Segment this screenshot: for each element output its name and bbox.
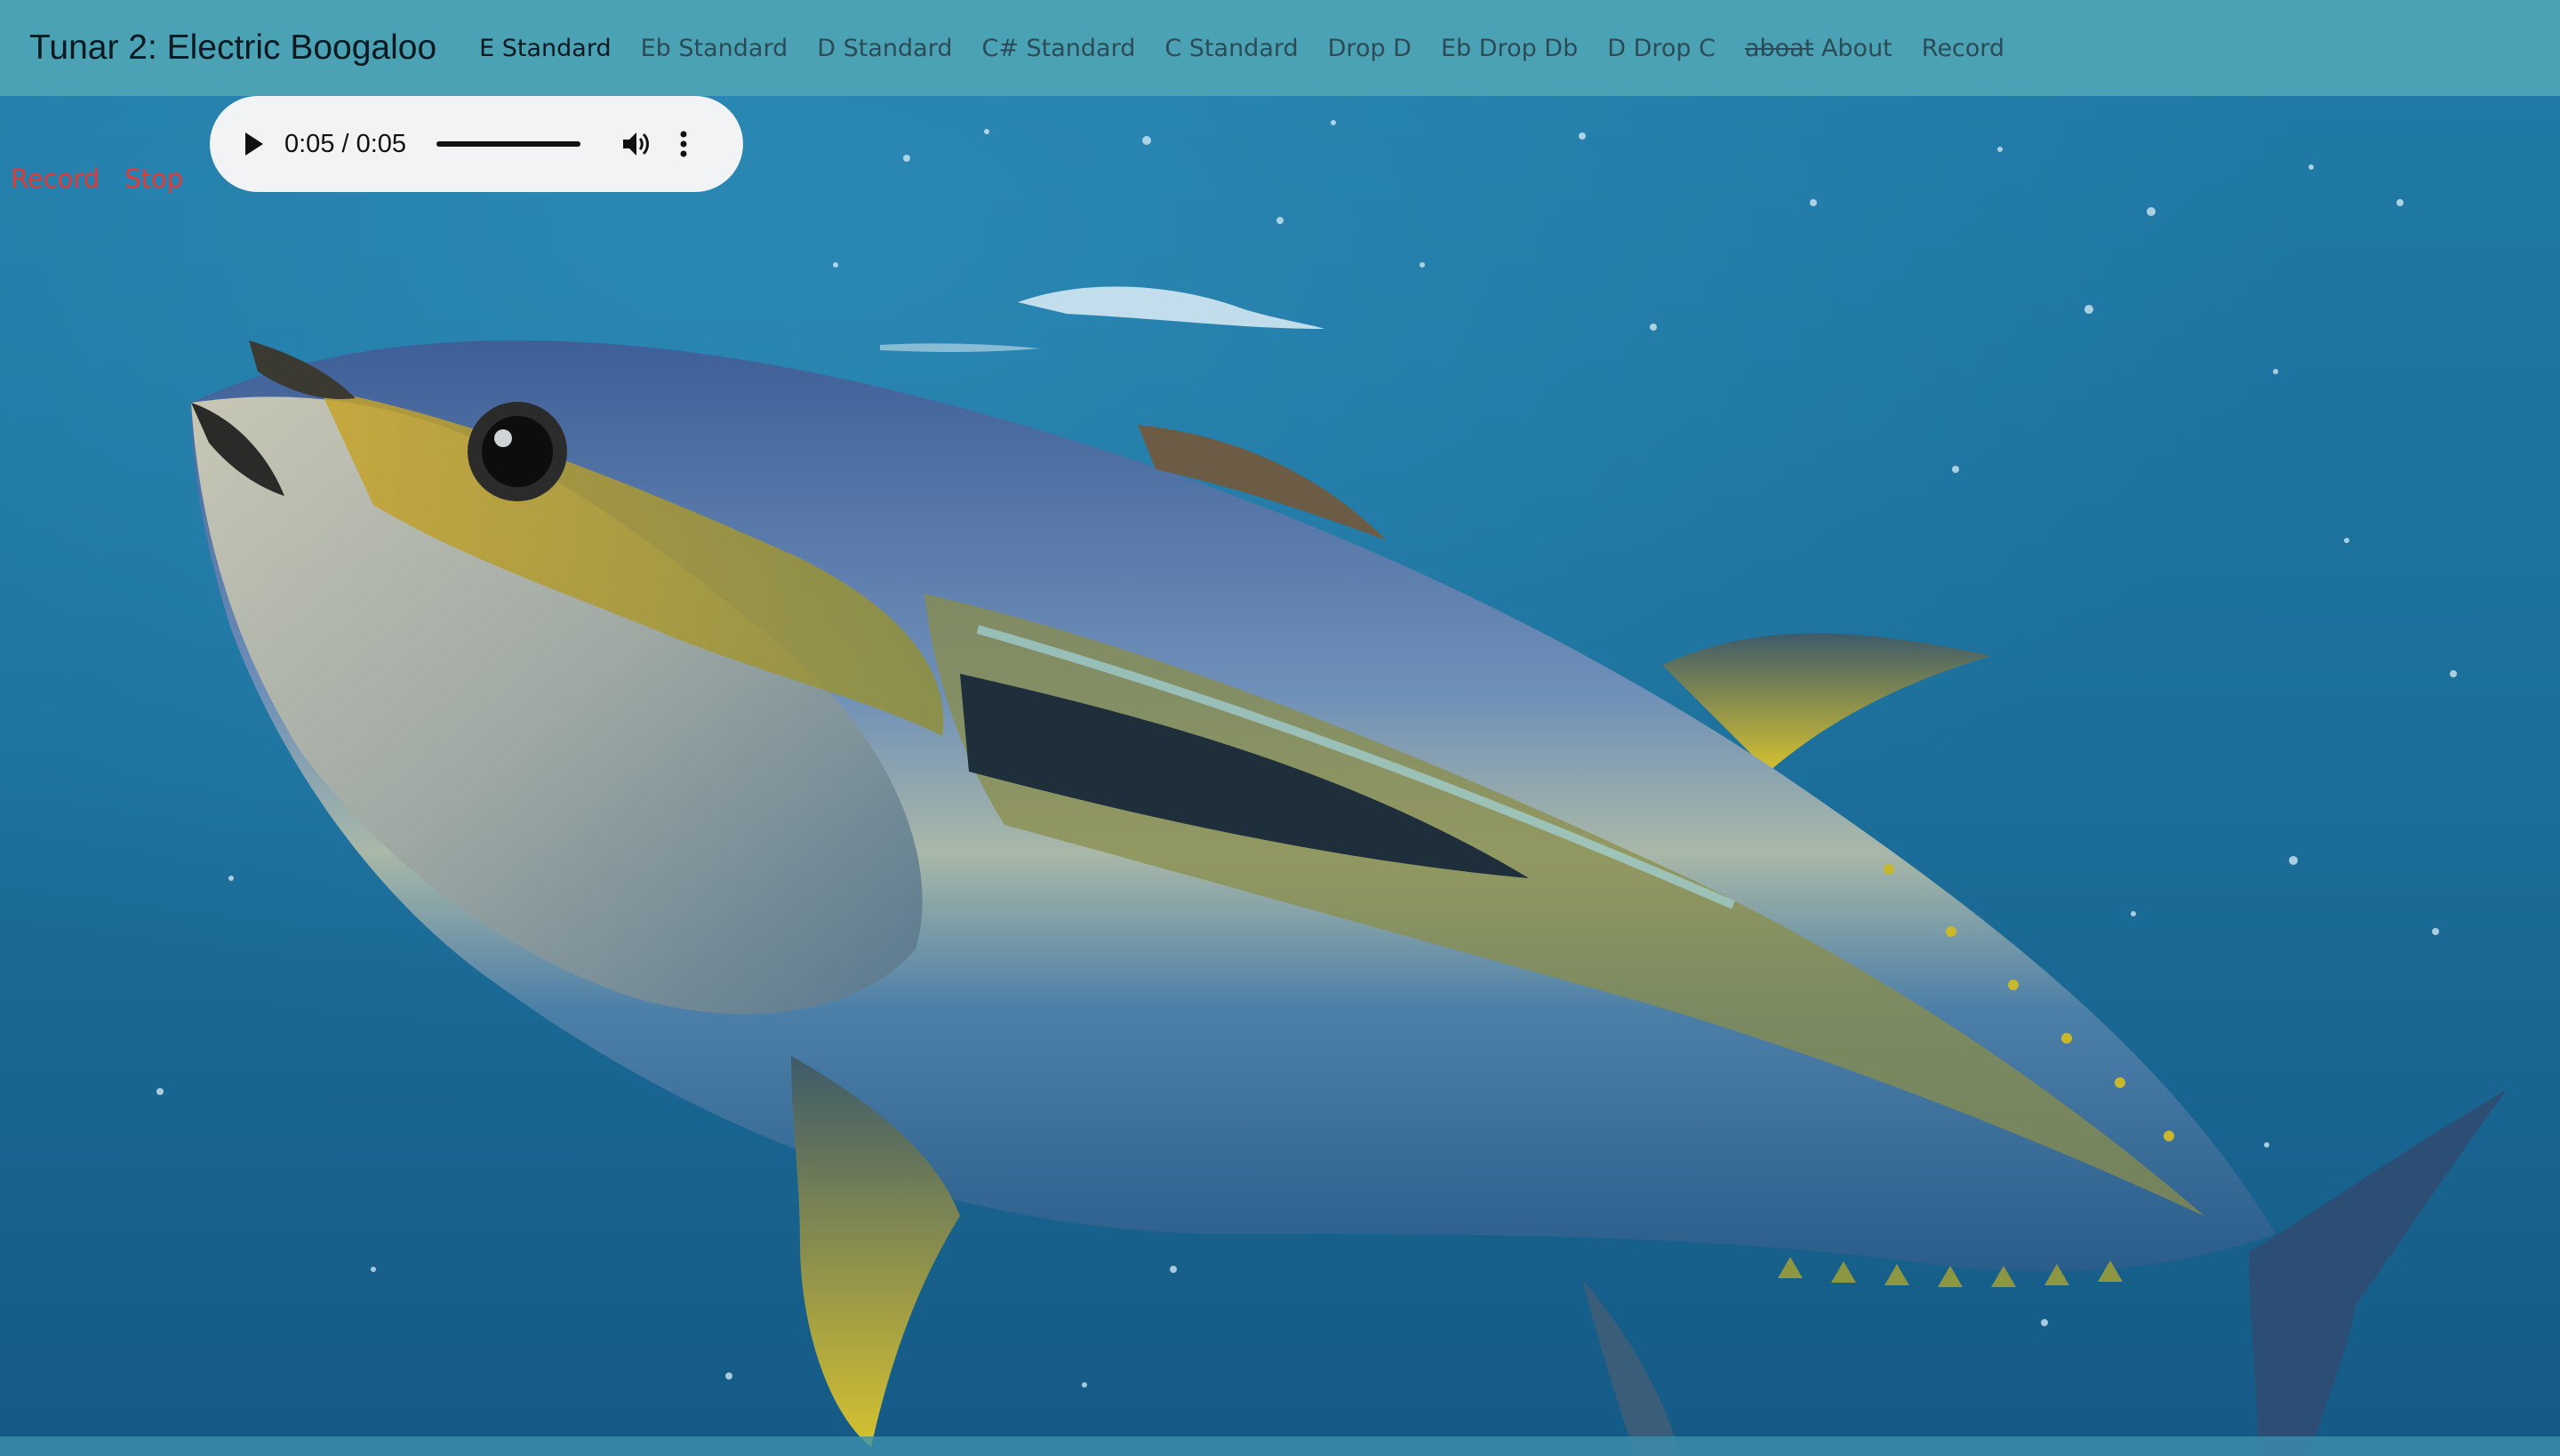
nav-link-eb-drop-db[interactable]: Eb Drop Db [1441, 35, 1578, 62]
record-controls: Record Stop [11, 164, 208, 194]
nav-link-e-standard[interactable]: E Standard [479, 35, 611, 62]
audio-player: 0:05 / 0:05 [210, 96, 743, 192]
nav-links: E Standard Eb Standard D Standard C# Sta… [479, 35, 2034, 62]
volume-button[interactable] [621, 130, 652, 158]
seek-bar-fill [436, 141, 581, 147]
volume-icon [623, 132, 650, 156]
play-button[interactable] [244, 132, 265, 156]
seek-bar[interactable] [436, 141, 581, 147]
play-icon [245, 132, 263, 156]
more-vert-icon [680, 131, 687, 157]
nav-link-d-drop-c[interactable]: D Drop C [1607, 35, 1716, 62]
navbar: Tunar 2: Electric Boogaloo E Standard Eb… [0, 0, 2560, 96]
stop-button[interactable]: Stop [124, 164, 183, 194]
nav-link-about-label: About [1820, 34, 1892, 62]
nav-link-c-standard[interactable]: C Standard [1164, 35, 1298, 62]
nav-link-record[interactable]: Record [1922, 35, 2004, 62]
nav-link-about[interactable]: aboat About [1745, 35, 1892, 62]
more-options-button[interactable] [680, 131, 687, 157]
background-photo [0, 96, 2560, 1456]
nav-link-about-strikethrough: aboat [1745, 34, 1814, 62]
nav-link-eb-standard[interactable]: Eb Standard [641, 35, 788, 62]
app-page: Tunar 2: Electric Boogaloo E Standard Eb… [0, 0, 2560, 1456]
nav-link-d-standard[interactable]: D Standard [817, 35, 952, 62]
nav-link-c-sharp-standard[interactable]: C# Standard [981, 35, 1135, 62]
record-button[interactable]: Record [11, 164, 100, 194]
nav-link-drop-d[interactable]: Drop D [1328, 35, 1412, 62]
navbar-brand[interactable]: Tunar 2: Electric Boogaloo [29, 28, 436, 68]
time-display: 0:05 / 0:05 [284, 129, 407, 158]
